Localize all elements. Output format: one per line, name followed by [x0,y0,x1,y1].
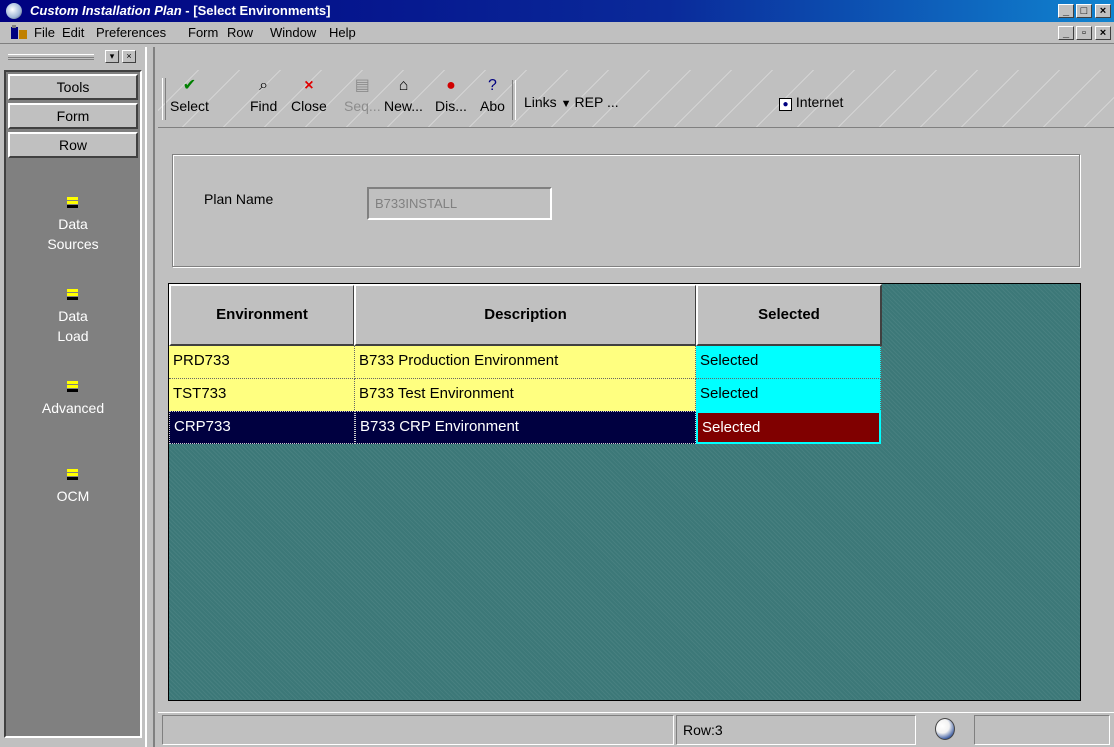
help-pointer-icon: ? [488,77,497,94]
select-button[interactable]: ✔ Select [170,76,209,114]
status-message [162,715,674,745]
dis-button[interactable]: ● Dis... [435,76,467,114]
about-button[interactable]: ? Abo [480,76,505,114]
exit-tab-tools[interactable]: Tools [8,74,138,100]
internet-globe-icon: ● [779,98,792,111]
globe-icon [935,718,955,740]
status-bar: Row:3 [158,712,1114,747]
checkmark-icon: ✔ [182,77,197,94]
table-row[interactable]: PRD733 B733 Production Environment Selec… [169,346,881,379]
cell-environment[interactable]: CRP733 [169,411,355,444]
menu-edit[interactable]: Edit [62,25,84,40]
menu-preferences[interactable]: Preferences [96,25,166,40]
toolbar-separator [512,80,516,120]
minimize-icon[interactable]: _ [1058,4,1074,18]
child-minimize-icon[interactable]: _ [1058,26,1074,40]
close-window-icon[interactable]: × [1095,4,1111,18]
cell-selected[interactable]: Selected [696,379,881,412]
exit-tab-row[interactable]: Row [8,132,138,158]
menu-file[interactable]: File [34,25,55,40]
column-header-description[interactable]: Description [354,284,697,346]
child-restore-icon[interactable]: ▫ [1076,26,1092,40]
x-icon: × [304,77,314,94]
close-button[interactable]: × Close [291,76,327,114]
child-close-icon[interactable]: × [1095,26,1111,40]
title-bar: Custom Installation Plan - [Select Envir… [0,0,1114,22]
find-button[interactable]: ⌕ Find [250,76,277,114]
pane-splitter[interactable] [145,47,155,747]
status-row: Row:3 [676,715,916,745]
table-row[interactable]: TST733 B733 Test Environment Selected [169,379,881,412]
column-header-environment[interactable]: Environment [169,284,355,346]
advanced-icon [66,380,80,394]
mdi-child-icon [11,25,27,39]
exit-bar: Tools Form Row Data Sources Data Load Ad… [4,70,142,738]
exit-bar-grip[interactable] [8,54,94,60]
internet-link[interactable]: ● Internet [779,94,843,111]
cell-selected[interactable]: Selected [696,411,881,444]
new-folder-icon: ⌂ [398,77,409,94]
menu-row[interactable]: Row [227,25,253,40]
menu-window[interactable]: Window [270,25,316,40]
exit-item-data-load[interactable]: Data Load [8,288,138,346]
cell-description[interactable]: B733 Production Environment [355,346,696,379]
toolbar-grip[interactable] [162,78,166,120]
new-button[interactable]: ⌂ New... [384,76,423,114]
exit-bar-header: ▾ × [4,47,142,69]
data-sources-icon [66,196,80,210]
exit-tab-form[interactable]: Form [8,103,138,129]
plan-name-field: B733INSTALL [367,187,552,220]
exit-item-ocm[interactable]: OCM [8,468,138,506]
maximize-icon[interactable]: □ [1076,4,1092,18]
ocm-icon [66,468,80,482]
dropdown-arrow-icon: ▼ [560,98,575,110]
environments-grid: Environment Description Selected PRD733 … [168,283,1081,701]
status-extra [974,715,1110,745]
menu-form[interactable]: Form [188,25,218,40]
column-header-selected[interactable]: Selected [696,284,882,346]
table-row-current[interactable]: CRP733 B733 CRP Environment Selected [169,411,881,444]
menu-help[interactable]: Help [329,25,356,40]
toolbar: ✔ Select ⌕ Find × Close ▤ Seq... ⌂ New..… [158,70,1114,128]
cell-description[interactable]: B733 CRP Environment [355,411,696,444]
exit-bar-close-icon[interactable]: × [122,50,136,63]
exit-item-data-sources[interactable]: Data Sources [8,196,138,254]
cell-selected[interactable]: Selected [696,346,881,379]
exit-bar-restore-icon[interactable]: ▾ [105,50,119,63]
seq-icon: ▤ [354,77,370,94]
app-icon [6,3,22,19]
seq-button[interactable]: ▤ Seq... [344,76,381,114]
header-panel [172,154,1080,267]
find-icon: ⌕ [259,77,269,94]
cell-environment[interactable]: TST733 [169,379,355,412]
display-icon: ● [446,77,456,94]
exit-item-advanced[interactable]: Advanced [8,380,138,418]
window-title: Custom Installation Plan - [Select Envir… [30,3,331,18]
data-load-icon [66,288,80,302]
plan-name-label: Plan Name [204,191,274,207]
menu-bar: File Edit Preferences Form Row Window He… [0,22,1114,44]
cell-environment[interactable]: PRD733 [169,346,355,379]
links-menu[interactable]: Links ▼ REP ... [524,94,619,110]
cell-description[interactable]: B733 Test Environment [355,379,696,412]
